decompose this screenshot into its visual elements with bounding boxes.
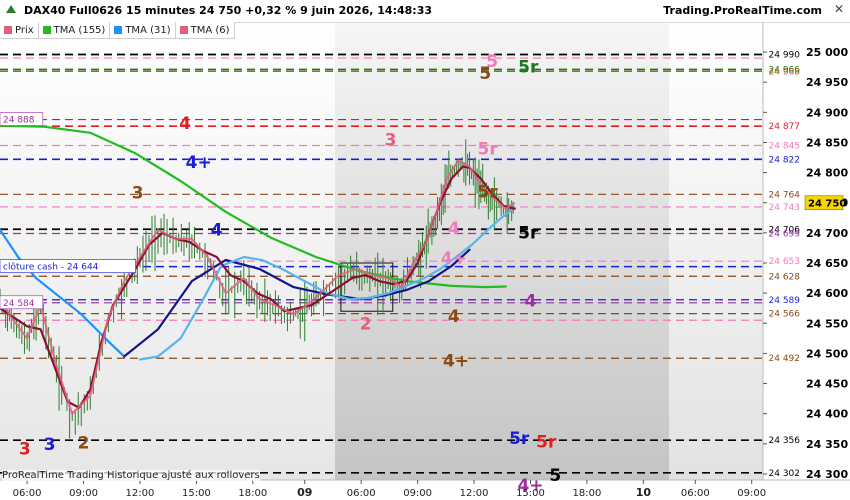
legend-item[interactable]: TMA (6) (175, 22, 235, 39)
current-price-label: 24 750 (808, 199, 846, 210)
pivot-level-value: 24 877 (769, 122, 801, 132)
pivot-annotation: 3 (19, 440, 31, 460)
left-label: 24 888 (3, 116, 35, 126)
chart-title: DAX40 Full0626 15 minutes 24 750 +0,32 %… (24, 4, 432, 17)
pivot-level-value: 24 743 (769, 203, 801, 213)
pivot-annotation: 5r (536, 432, 557, 452)
x-tick-label: 06:00 (681, 488, 710, 499)
x-tick-label: 10 (636, 486, 652, 499)
session-background-current (335, 22, 669, 480)
y-tick-label: 24 300 (806, 468, 848, 481)
session-background-next (669, 22, 763, 480)
pivot-annotation: 4 (448, 307, 460, 327)
pivot-level-value: 24 492 (769, 354, 801, 364)
y-tick-label: 25 000 (806, 46, 848, 59)
y-tick-label: 24 900 (806, 106, 848, 119)
y-tick-label: 24 950 (806, 76, 848, 89)
x-tick-label: 06:00 (347, 488, 376, 499)
tma-6-icon (179, 26, 188, 34)
tma-155-icon (42, 26, 51, 34)
pivot-annotation: 4+ (186, 153, 212, 173)
pivot-annotation: 4 (525, 291, 537, 311)
left-label: 24 584 (3, 299, 35, 309)
y-tick-label: 24 700 (806, 227, 848, 240)
pivot-level-value: 24 628 (769, 272, 801, 282)
pivot-annotation: 5r (518, 58, 539, 78)
x-tick-label: 15:00 (182, 488, 211, 499)
instrument-triangle-icon[interactable] (6, 5, 16, 13)
pivot-level-value: 24 566 (769, 310, 801, 320)
pivot-annotation: 5 (479, 64, 491, 84)
legend-label: TMA (6) (190, 24, 230, 36)
y-tick-label: 24 600 (806, 287, 848, 300)
pivot-annotation: 5r (518, 223, 539, 243)
close-icon[interactable]: ✕ (834, 2, 844, 16)
pivot-annotation: 4 (211, 220, 223, 240)
pivot-annotation: 2 (78, 434, 90, 454)
legend-label: TMA (31) (125, 24, 171, 36)
pivot-level-value: 24 764 (769, 190, 801, 200)
chart-header: DAX40 Full0626 15 minutes 24 750 +0,32 %… (0, 0, 850, 23)
x-tick-label: 18:00 (573, 488, 602, 499)
y-tick-label: 24 800 (806, 167, 848, 180)
y-tick-label: 24 550 (806, 317, 848, 330)
pivot-annotation: 3 (132, 183, 144, 203)
x-tick-label: 09:00 (69, 488, 98, 499)
pivot-annotation: 5 (549, 466, 561, 486)
x-tick-label: 12:00 (460, 488, 489, 499)
x-tick-label: 15:00 (516, 488, 545, 499)
pivot-annotation: 2 (360, 314, 372, 334)
pivot-level-value: 24 845 (769, 141, 801, 151)
x-tick-label: 12:00 (126, 488, 155, 499)
left-label: clôture cash - 24 644 (3, 262, 99, 273)
x-tick-label: 09:00 (403, 488, 432, 499)
pivot-annotation: 5r (477, 182, 498, 202)
pivot-level-value: 24 653 (769, 257, 801, 267)
x-axis: 06:00 09:00 12:00 15:00 18:00 09 06:00 09:00 12:… (13, 480, 766, 499)
pivot-annotation: 5r (509, 429, 530, 449)
y-tick-label: 24 650 (806, 257, 848, 270)
y-tick-label: 24 850 (806, 136, 848, 149)
pivot-annotation: 4 (448, 219, 460, 239)
price-icon (4, 26, 12, 34)
pivot-level-value: 24 990 (769, 50, 801, 60)
pivot-annotation: 4+ (443, 352, 469, 372)
pivot-level-value: 24 968 (769, 67, 801, 77)
y-tick-label: 24 500 (806, 347, 848, 360)
y-tick-label: 24 400 (806, 408, 848, 421)
y-tick-label: 24 450 (806, 378, 848, 391)
pivot-level-value: 24 589 (769, 296, 801, 306)
pivot-annotation: 5r (477, 139, 498, 159)
x-tick-label: 18:00 (238, 488, 267, 499)
pivot-annotation: 3 (44, 435, 56, 455)
brand-label: Trading.ProRealTime.com (663, 4, 822, 17)
pivot-level-value: 24 356 (769, 436, 801, 446)
tma-31-icon (114, 26, 123, 34)
indicator-legend: Prix TMA (155) TMA (31) TMA (6) (0, 22, 235, 39)
x-tick-label: 09:00 (737, 488, 766, 499)
chart-window: { "header": { "title": "DAX40 Full0626 1… (0, 0, 850, 500)
legend-item[interactable]: Prix (0, 22, 39, 39)
pivot-annotation: 4 (179, 114, 191, 134)
legend-item[interactable]: TMA (155) (38, 22, 111, 39)
legend-label: Prix (15, 24, 34, 36)
x-tick-label: 06:00 (13, 488, 42, 499)
legend-item[interactable]: TMA (31) (110, 22, 176, 39)
pivot-annotation: 3 (385, 130, 397, 150)
footer-note: ProRealTime Trading Historique ajusté au… (2, 470, 260, 481)
pivot-annotation: 4+ (441, 249, 467, 269)
x-tick-label: 09 (297, 486, 312, 499)
pivot-level-value: 24 302 (769, 469, 801, 479)
legend-label: TMA (155) (53, 24, 106, 36)
pivot-level-value: 24 822 (769, 155, 801, 165)
y-tick-label: 24 350 (806, 438, 848, 451)
pivot-level-value: 24 699 (769, 229, 801, 239)
price-chart[interactable]: 24 99024 96624 96824 87724 84524 82224 7… (0, 0, 850, 500)
